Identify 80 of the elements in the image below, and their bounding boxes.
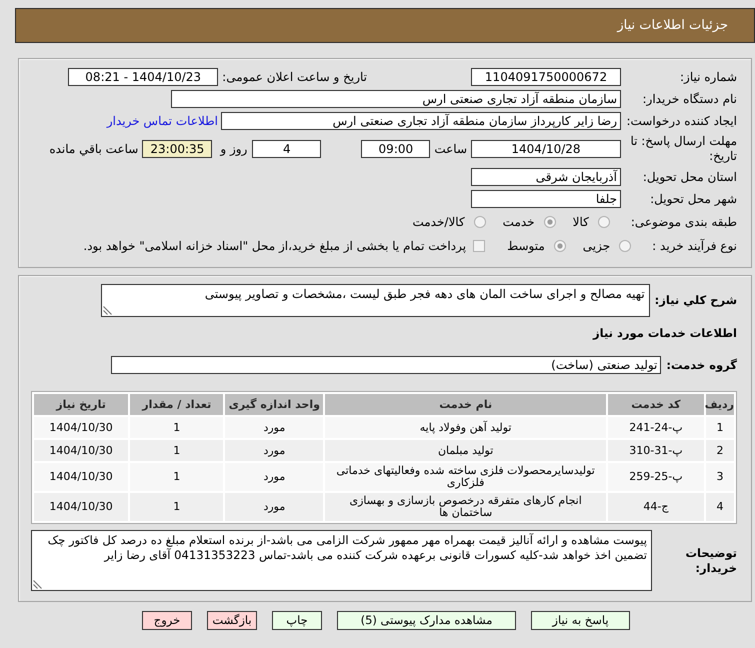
purchase-type-label: نوع فرآیند خرید : [652,239,737,253]
buyer-org-field[interactable]: سازمان منطقه آزاد تجاری صنعتی ارس [171,90,621,108]
table-cell: 2 [706,440,734,461]
back-button[interactable]: بازگشت [207,611,257,630]
table-cell: 1404/10/30 [34,417,128,438]
resize-grip-icon[interactable] [102,306,112,315]
radio-label: جزیی [582,239,610,253]
radio-label: کالا/خدمت [412,215,465,229]
service-group-field[interactable]: تولید صنعتی (ساخت) [111,356,662,374]
table-cell: 1 [706,417,734,438]
table-cell: 4 [706,493,734,521]
province-label: استان محل تحویل: [642,170,737,184]
buyer-org-label: نام دستگاه خریدار: [642,92,737,106]
resize-grip-icon[interactable] [33,580,42,589]
radio-label: متوسط [507,239,545,253]
days-label: روز و [220,142,248,156]
radio-button[interactable] [598,216,610,228]
table-cell: انجام کارهای متفرقه درخصوص بازسازی و بهسازی ساختمان ها [325,493,606,521]
table-cell: مورد [225,417,324,438]
table-cell: پ-24-241 [608,417,704,438]
category-label: طبقه بندی موضوعی: [630,215,737,229]
time-remaining-field[interactable]: 23:00:35 [142,140,212,158]
table-cell: پ-25-259 [608,463,704,491]
announcement-label: تاریخ و ساعت اعلان عمومی: [222,70,367,84]
table-cell: تولید مبلمان [325,440,606,461]
column-header: واحد اندازه گیری [225,394,324,415]
radio-button[interactable] [619,240,632,252]
table-cell: 1 [130,493,224,521]
section-title: اطلاعات خدمات مورد نیاز [592,326,737,340]
view-attachments-button[interactable]: مشاهده مدارک پیوستی (5) [337,611,516,630]
announcement-field[interactable]: 1404/10/23 - 08:21 [68,68,218,86]
table-cell: 1 [130,440,224,461]
province-field[interactable]: آذربایجان شرقی [471,168,621,186]
requester-label: ایجاد کننده درخواست: [626,114,737,128]
table-cell: 3 [706,463,734,491]
column-header: نام خدمت [325,394,606,415]
need-number-field[interactable]: 1104091750000672 [471,68,621,86]
radio-label: خدمت [502,215,535,229]
table-cell: 1404/10/30 [34,440,128,461]
description-field[interactable]: تهیه مصالح و اجرای ساخت المان های دهه فجر طبق لیست ،مشخصات و تصاویر پیوستی [100,284,650,317]
table-cell: ج-44 [608,493,704,521]
radio-label: کالا [572,215,589,229]
print-button[interactable]: چاپ [272,611,322,630]
city-label: شهر محل تحویل: [649,192,737,206]
column-header: تعداد / مقدار [130,394,224,415]
radio-button[interactable] [544,216,556,228]
time-remaining-label: ساعت باقي مانده [49,142,138,156]
table-cell: پ-31-310 [608,440,704,461]
deadline-date-field[interactable]: 1404/10/28 [471,140,621,158]
deadline-time-field[interactable]: 09:00 [361,140,430,158]
checkbox[interactable] [473,240,486,252]
requester-field[interactable]: رضا زایر کارپرداز سازمان منطقه آزاد تجاری صنعتی ارس [221,112,621,130]
checkbox-label: پرداخت تمام یا بخشی از مبلغ خرید،از محل "اسناد خزانه اسلامی" خواهد بود. [83,239,466,253]
buyer-notes-field[interactable]: پیوست مشاهده و ارائه آنالیز قیمت بهمراه مهر ممهور شرکت الزامی می باشد-از برنده استعلام مبلغ ده درصد کل فاکتور چک تضمین اخذ خواهد شد-کلیه کسورات قانونی برعهده شرکت کننده می باشد-تماس 04131353223 آقای رضا زایر [31,530,652,591]
table-cell: تولیدسایرمحصولات فلزی ساخته شده وفعالیتهای خدماتی فلزکاری [325,463,606,491]
deadline-label: مهلت ارسال پاسخ: تا تاریخ: [629,134,737,164]
need-number-label: شماره نیاز: [679,70,737,84]
radio-button[interactable] [474,216,486,228]
table-cell: مورد [225,440,324,461]
page-title: جزئیات اطلاعات نیاز [617,18,728,33]
service-group-label: گروه خدمت: [666,358,737,372]
table-cell: 1404/10/30 [34,463,128,491]
column-header: ردیف [706,394,734,415]
buyer-notes-label: توضیحات خریدار: [684,546,737,576]
table-cell: 1 [130,463,224,491]
table-cell: مورد [225,493,324,521]
table-cell: مورد [225,463,324,491]
reply-button[interactable]: پاسخ به نیاز [531,611,630,630]
radio-button[interactable] [554,240,566,252]
table-cell: تولید آهن وفولاد پایه [325,417,606,438]
table-cell: 1 [130,417,224,438]
time-label: ساعت [434,142,467,156]
column-header: کد خدمت [608,394,704,415]
days-field[interactable]: 4 [252,140,322,158]
table-cell: 1404/10/30 [34,493,128,521]
column-header: تاریخ نیاز [34,394,128,415]
exit-button[interactable]: خروج [142,611,192,630]
city-field[interactable]: جلفا [471,190,621,208]
buyer-contact-link[interactable]: اطلاعات تماس خریدار [106,114,218,128]
description-label: شرح کلي نیاز: [654,293,737,308]
